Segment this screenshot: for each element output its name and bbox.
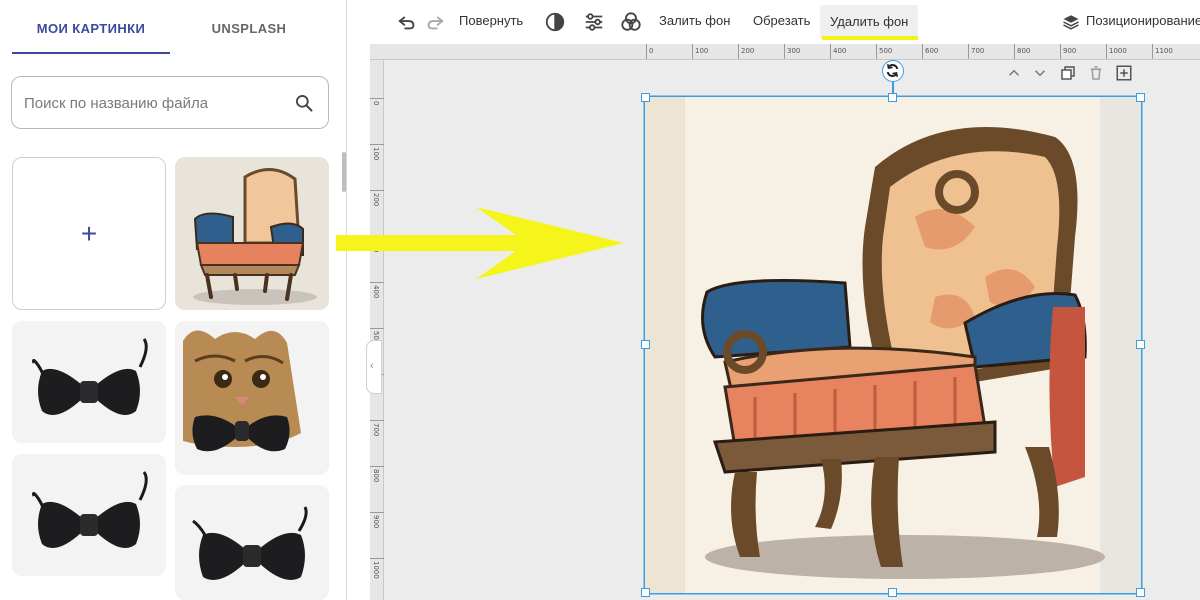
thumbnail-chair[interactable] <box>175 157 329 310</box>
rotate-handle[interactable] <box>882 60 904 82</box>
plus-icon: + <box>80 217 98 249</box>
ruler-tick: 100 <box>692 44 708 59</box>
ruler-tick: 400 <box>830 44 846 59</box>
thumbnail-bow-tie[interactable] <box>175 485 329 600</box>
tab-unsplash[interactable]: UNSPLASH <box>170 0 328 54</box>
chair-illustration <box>645 97 1141 593</box>
chair-thumbnail-image <box>175 157 329 310</box>
rotate-button[interactable]: Повернуть <box>459 0 523 44</box>
resize-handle-bottom-right[interactable] <box>1136 588 1145 597</box>
highlight-underline <box>822 36 918 40</box>
add-square-icon[interactable] <box>1115 64 1133 82</box>
bow-tie-image <box>12 454 166 576</box>
ruler-tick: 400 <box>370 282 384 298</box>
chevron-up-icon[interactable] <box>1005 64 1023 82</box>
contrast-icon[interactable] <box>544 11 566 33</box>
resize-handle-top-right[interactable] <box>1136 93 1145 102</box>
sidebar-scrollbar[interactable] <box>342 152 346 192</box>
ruler-tick: 900 <box>370 512 384 528</box>
filters-icon[interactable] <box>620 11 642 33</box>
resize-handle-top[interactable] <box>888 93 897 102</box>
ruler-tick: 800 <box>1014 44 1030 59</box>
crop-button[interactable]: Обрезать <box>753 0 810 44</box>
duplicate-icon[interactable] <box>1059 64 1077 82</box>
ruler-tick: 700 <box>968 44 984 59</box>
adjust-sliders-icon[interactable] <box>583 11 605 33</box>
ruler-tick: 1000 <box>1106 44 1127 59</box>
ruler-tick: 1000 <box>370 558 384 579</box>
chevron-left-icon: ‹ <box>370 360 374 372</box>
ruler-tick: 800 <box>370 466 384 482</box>
bow-tie-image <box>12 321 166 443</box>
ruler-tick: 0 <box>370 98 384 105</box>
chevron-down-icon[interactable] <box>1031 64 1049 82</box>
canvas-area[interactable]: 0 100 200 300 400 500 600 700 800 900 10… <box>370 44 1200 600</box>
add-image-button[interactable]: + <box>12 157 166 310</box>
sidebar: МОИ КАРТИНКИ UNSPLASH + <box>0 0 347 600</box>
ruler-tick: 900 <box>1060 44 1076 59</box>
cat-image <box>175 321 329 475</box>
redo-icon[interactable] <box>424 11 446 33</box>
positioning-button[interactable]: Позиционирование <box>1086 0 1200 44</box>
fill-background-button[interactable]: Залить фон <box>659 0 730 44</box>
ruler-tick: 700 <box>370 420 384 436</box>
ruler-left: 0 100 200 300 400 500 600 700 800 900 10… <box>370 60 384 600</box>
ruler-tick: 200 <box>738 44 754 59</box>
bow-tie-image <box>175 485 329 600</box>
trash-icon[interactable] <box>1087 64 1105 82</box>
remove-background-button[interactable]: Удалить фон <box>820 5 919 39</box>
resize-handle-bottom[interactable] <box>888 588 897 597</box>
sidebar-collapse-handle[interactable]: ‹ <box>366 340 382 394</box>
ruler-tick: 500 <box>370 328 384 344</box>
resize-handle-top-left[interactable] <box>641 93 650 102</box>
thumbnail-bow-tie[interactable] <box>12 321 166 443</box>
arrow-annotation <box>336 207 624 279</box>
ruler-tick: 300 <box>784 44 800 59</box>
search-box <box>11 76 329 129</box>
resize-handle-bottom-left[interactable] <box>641 588 650 597</box>
ruler-tick: 0 <box>646 44 653 59</box>
ruler-tick: 500 <box>876 44 892 59</box>
ruler-tick: 200 <box>370 190 384 206</box>
selected-chair-image[interactable] <box>645 97 1141 593</box>
ruler-top: 0 100 200 300 400 500 600 700 800 900 10… <box>370 44 1200 60</box>
search-icon[interactable] <box>294 93 314 113</box>
tab-my-images[interactable]: МОИ КАРТИНКИ <box>12 0 170 54</box>
undo-icon[interactable] <box>396 11 418 33</box>
ruler-tick: 600 <box>922 44 938 59</box>
ruler-tick: 100 <box>370 144 384 160</box>
resize-handle-right[interactable] <box>1136 340 1145 349</box>
toolbar: Повернуть Залить фон Обрезать Удалить фо… <box>370 0 1200 44</box>
resize-handle-left[interactable] <box>641 340 650 349</box>
thumbnail-cat[interactable] <box>175 321 329 475</box>
selection-tools <box>1005 64 1135 84</box>
sidebar-tabs: МОИ КАРТИНКИ UNSPLASH <box>0 0 347 54</box>
layers-icon[interactable] <box>1062 13 1080 31</box>
ruler-tick: 1100 <box>1152 44 1173 59</box>
rotate-icon <box>886 64 899 77</box>
thumbnail-bow-tie[interactable] <box>12 454 166 576</box>
search-input[interactable] <box>24 91 284 115</box>
